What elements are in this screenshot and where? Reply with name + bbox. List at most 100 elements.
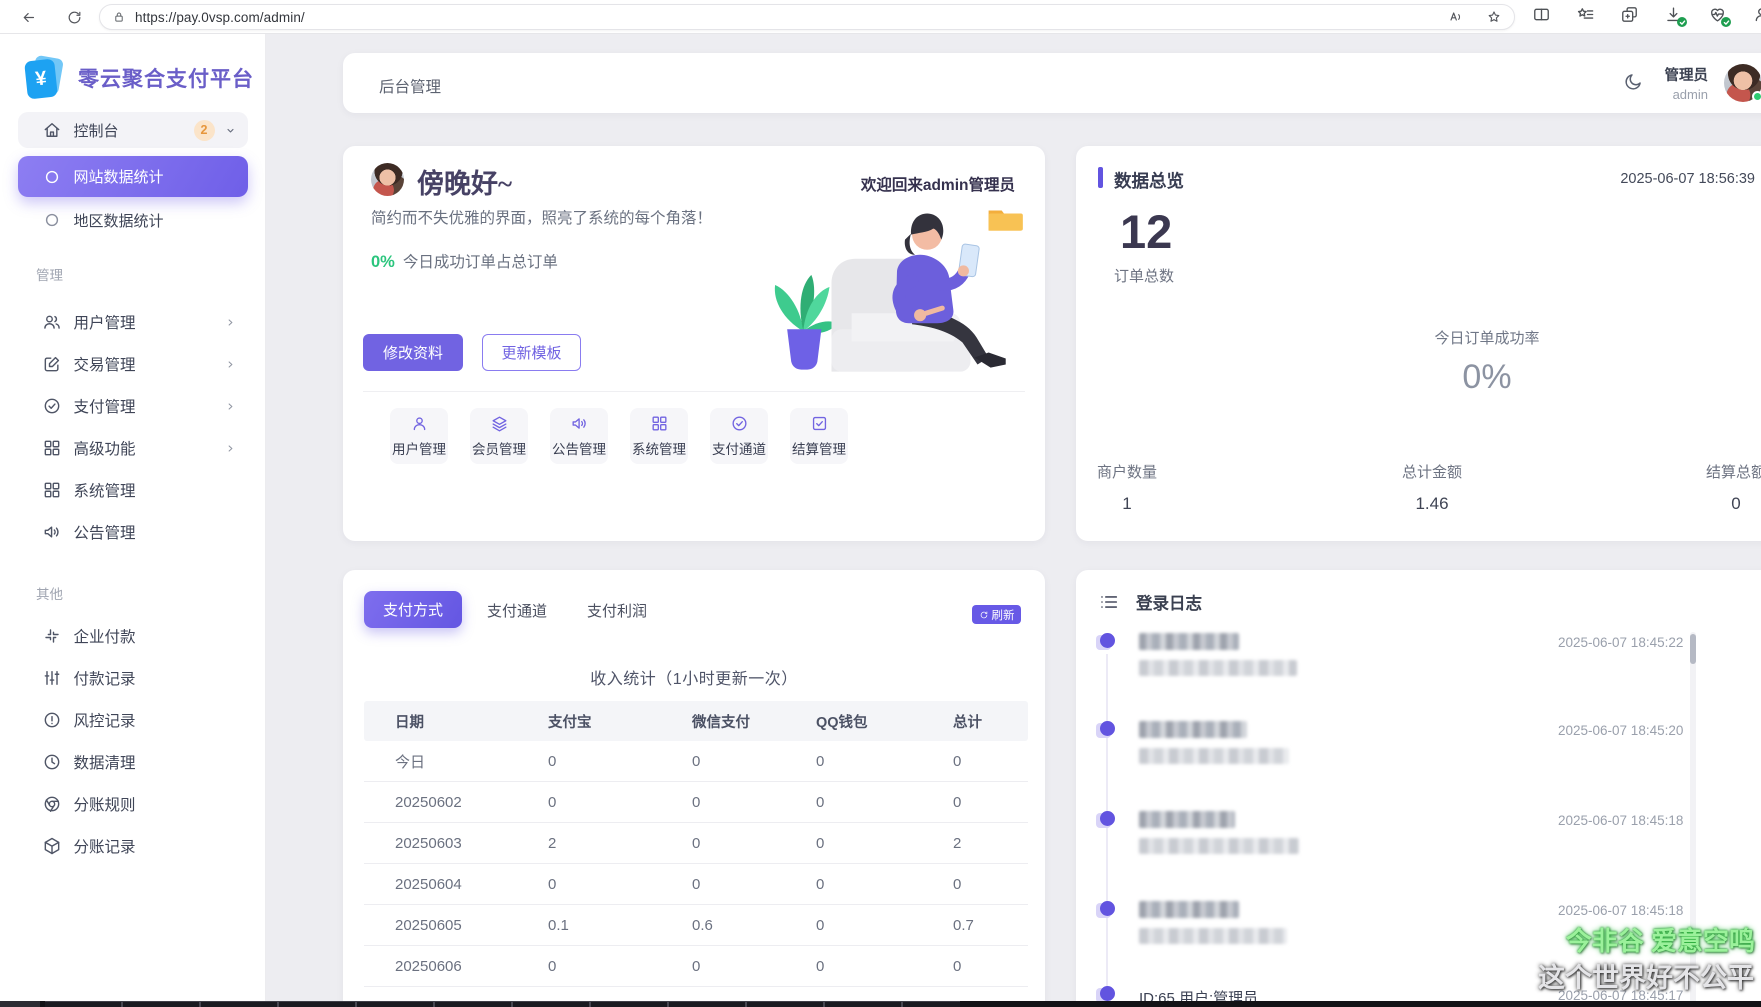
refresh-button[interactable]: 刷新 xyxy=(972,605,1021,624)
taskbar-strip xyxy=(0,1001,1761,1007)
log-entry: 2025-06-07 18:45:18 xyxy=(1076,811,1756,865)
sidebar-item-数据清理[interactable]: 数据清理 xyxy=(18,741,248,783)
profile-icon[interactable] xyxy=(1752,5,1761,24)
quick-link-公告管理[interactable]: 公告管理 xyxy=(550,408,608,464)
welcome-back-text: 欢迎回来admin管理员 xyxy=(860,177,1015,194)
update-template-button[interactable]: 更新模板 xyxy=(482,334,581,371)
sidebar-item-分账规则[interactable]: 分账规则 xyxy=(18,783,248,825)
sidebar-item-支付管理[interactable]: 支付管理 xyxy=(18,385,248,427)
table-cell: 0 xyxy=(548,957,557,975)
grid-icon xyxy=(42,438,62,458)
table-row: 今日 0 0 0 0 xyxy=(364,741,1028,782)
app-logo[interactable]: ¥ 零云聚合支付平台 xyxy=(24,54,265,102)
table-cell: 0.7 xyxy=(953,916,974,934)
redacted-log-line xyxy=(1139,928,1287,944)
sidebar-item-console[interactable]: 控制台 2 xyxy=(17,112,248,148)
back-icon[interactable] xyxy=(16,5,40,29)
sidebar-item-label: 支付管理 xyxy=(73,399,136,416)
divider xyxy=(363,391,1025,392)
sidebar-item-用户管理[interactable]: 用户管理 xyxy=(18,301,248,343)
chrome-icon xyxy=(42,794,62,814)
tab-pay-channel[interactable]: 支付通道 xyxy=(487,600,547,621)
sidebar-item-系统管理[interactable]: 系统管理 xyxy=(18,469,248,511)
avatar[interactable] xyxy=(1724,64,1761,102)
page-title: 后台管理 xyxy=(379,79,442,96)
timeline-dot xyxy=(1096,811,1116,831)
sidebar-item-region-stats[interactable]: 地区数据统计 xyxy=(18,201,248,239)
browser-toolbar: https://pay.0vsp.com/admin/ xyxy=(0,0,1761,34)
reload-icon[interactable] xyxy=(62,5,86,29)
table-cell: 0 xyxy=(953,793,962,811)
circle-icon xyxy=(42,210,62,230)
sidebar-item-付款记录[interactable]: 付款记录 xyxy=(18,657,248,699)
quick-link-系统管理[interactable]: 系统管理 xyxy=(630,408,688,464)
table-cell: 2 xyxy=(953,834,962,852)
sidebar-item-高级功能[interactable]: 高级功能 xyxy=(18,427,248,469)
column-header: 微信支付 xyxy=(692,714,750,731)
logo-icon: ¥ xyxy=(24,54,64,100)
tab-pay-profit[interactable]: 支付利润 xyxy=(587,600,647,621)
redacted-log-line xyxy=(1139,721,1247,738)
quick-link-支付通道[interactable]: 支付通道 xyxy=(710,408,768,464)
user-info[interactable]: 管理员 admin xyxy=(1665,64,1709,102)
collections-icon[interactable] xyxy=(1620,5,1639,24)
dark-mode-toggle[interactable] xyxy=(1623,71,1647,95)
sidebar-item-风控记录[interactable]: 风控记录 xyxy=(18,699,248,741)
quick-link-label: 系统管理 xyxy=(632,442,686,457)
sidebar-item-交易管理[interactable]: 交易管理 xyxy=(18,343,248,385)
greeting: 傍晚好~ xyxy=(417,169,513,199)
sidebar-item-企业付款[interactable]: 企业付款 xyxy=(18,615,248,657)
sidebar-item-分账记录[interactable]: 分账记录 xyxy=(18,825,248,867)
table-cell: 0 xyxy=(953,752,962,770)
data-overview-card: 数据总览 2025-06-07 18:56:39 12 订单总数 今日订单成功率… xyxy=(1076,146,1761,541)
page-header: 后台管理 管理员 admin xyxy=(343,53,1761,113)
quick-link-结算管理[interactable]: 结算管理 xyxy=(790,408,848,464)
quick-link-用户管理[interactable]: 用户管理 xyxy=(390,408,448,464)
dot xyxy=(1100,633,1115,648)
today-order-stat: 0% 今日成功订单占总订单 xyxy=(371,253,558,271)
sidebar-item-label: 付款记录 xyxy=(73,671,136,688)
sidebar: ¥ 零云聚合支付平台 控制台 2 网站数据统计 地区数据统计 管理 用户管理 交易管理… xyxy=(0,34,266,1007)
table-cell: 0.6 xyxy=(692,916,713,934)
income-table-title: 收入统计（1小时更新一次） xyxy=(590,671,798,688)
browser-essentials-icon[interactable] xyxy=(1708,5,1731,27)
sidebar-item-label: 用户管理 xyxy=(73,315,136,332)
quick-link-会员管理[interactable]: 会员管理 xyxy=(470,408,528,464)
downloads-icon[interactable] xyxy=(1664,5,1687,27)
dot xyxy=(1100,811,1115,826)
column-header: 支付宝 xyxy=(548,714,592,731)
sidebar-item-label: 分账规则 xyxy=(73,797,136,814)
sidebar-item-label: 网站数据统计 xyxy=(73,169,164,186)
home-icon xyxy=(42,120,62,140)
column-header: QQ钱包 xyxy=(816,714,868,731)
address-bar[interactable]: https://pay.0vsp.com/admin/ xyxy=(99,4,1515,30)
favorite-star-icon[interactable] xyxy=(1486,9,1502,25)
column-header: 日期 xyxy=(395,714,424,731)
overview-title: 数据总览 xyxy=(1114,171,1184,191)
stat-merchants: 商户数量 1 xyxy=(1097,464,1158,513)
sidebar-item-site-stats[interactable]: 网站数据统计 xyxy=(17,156,248,197)
table-cell: 今日 xyxy=(395,753,426,771)
tab-pay-method[interactable]: 支付方式 xyxy=(364,591,462,628)
sliders-icon xyxy=(42,668,62,688)
redacted-log-line xyxy=(1139,838,1299,854)
url-text[interactable]: https://pay.0vsp.com/admin/ xyxy=(135,10,305,25)
app-title: 零云聚合支付平台 xyxy=(78,67,254,91)
table-cell: 0 xyxy=(692,875,701,893)
sidebar-item-label: 系统管理 xyxy=(73,483,136,500)
scrollbar-thumb[interactable] xyxy=(1690,634,1696,664)
quick-link-label: 用户管理 xyxy=(392,442,446,457)
quick-link-label: 支付通道 xyxy=(712,442,766,457)
table-row: 20250604 0 0 0 0 xyxy=(364,864,1028,905)
chevron-right-icon xyxy=(223,315,238,330)
quick-link-label: 结算管理 xyxy=(792,442,846,457)
favorites-list-icon[interactable] xyxy=(1576,5,1595,24)
codesandbox-icon xyxy=(42,836,62,856)
table-cell: 0 xyxy=(953,957,962,975)
browser-action-icons xyxy=(1532,5,1761,27)
sidebar-item-公告管理[interactable]: 公告管理 xyxy=(18,511,248,553)
read-aloud-icon[interactable] xyxy=(1448,9,1464,25)
edit-profile-button[interactable]: 修改资料 xyxy=(363,334,463,371)
sidebar-item-label: 高级功能 xyxy=(73,441,136,458)
split-screen-icon[interactable] xyxy=(1532,5,1551,24)
